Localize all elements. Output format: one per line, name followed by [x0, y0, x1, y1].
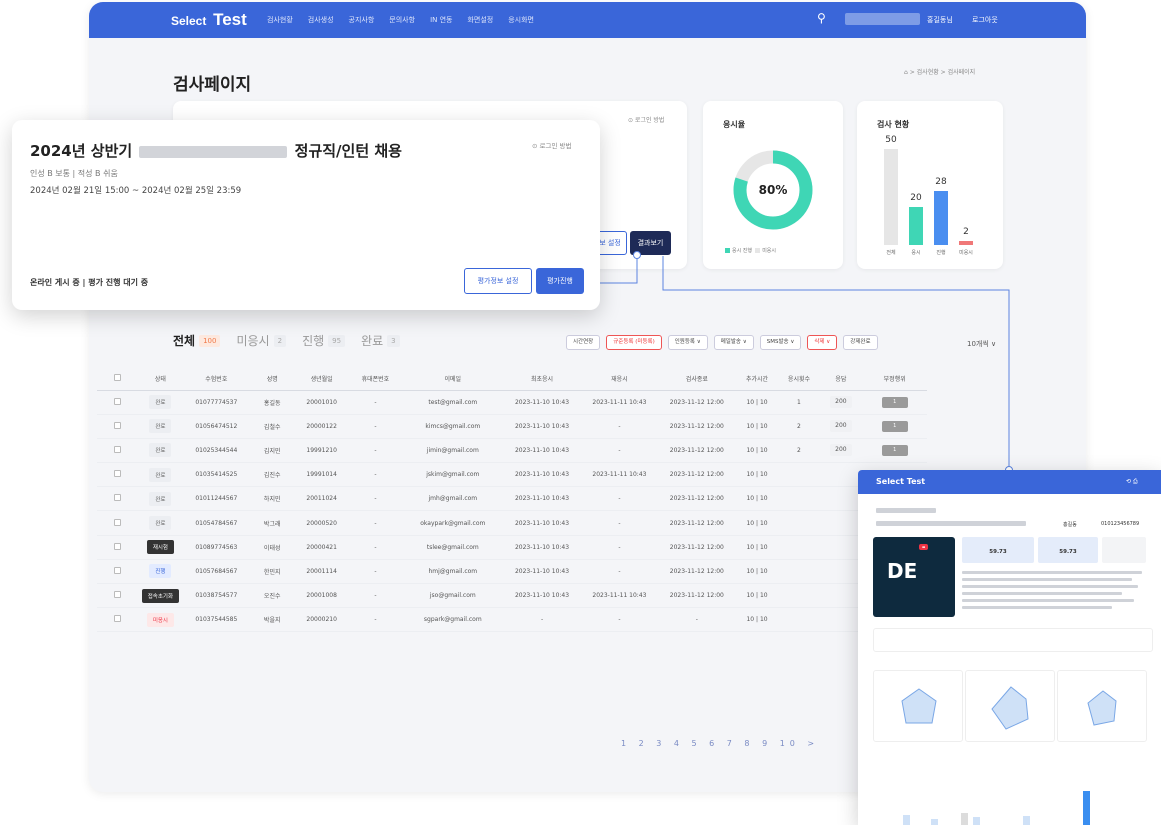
connector-line	[662, 256, 1010, 470]
blurred-text	[876, 521, 1026, 526]
radar-chart	[1057, 670, 1147, 742]
blurred-company-name	[139, 145, 288, 158]
blurred-text	[962, 578, 1132, 581]
blurred-text	[962, 606, 1112, 609]
score-box	[1102, 537, 1146, 563]
report-bar	[1083, 791, 1090, 825]
personality-type-card: DE ▬	[873, 537, 955, 617]
exam-title: 2024년 상반기 정규직/인턴 채용	[30, 142, 402, 160]
report-phone: 010123456789	[1101, 521, 1140, 527]
personality-type: DE	[887, 559, 918, 583]
report-name: 홍길동	[1063, 522, 1077, 528]
radar-shape	[991, 686, 1029, 730]
radar-shape	[901, 688, 937, 724]
eval-run-button[interactable]: 평가진행	[536, 268, 584, 294]
connector-dot	[633, 251, 641, 259]
exam-detail-popover: 2024년 상반기 정규직/인턴 채용 ⊙ 로그인 방법 인성 B 보통 | 적…	[12, 120, 600, 310]
report-bar	[973, 817, 980, 825]
eval-info-setting-button[interactable]: 평가정보 설정	[464, 268, 532, 294]
report-bar	[931, 819, 938, 825]
type-tag: ▬	[919, 544, 929, 550]
report-bar	[1023, 816, 1030, 825]
score-box: 59.73	[962, 537, 1034, 563]
report-bar	[903, 815, 910, 825]
score-box: 59.73	[1038, 537, 1098, 563]
blurred-text	[876, 508, 936, 513]
report-bar	[961, 813, 968, 825]
bottom-bar-chart	[873, 770, 1153, 825]
login-method-link[interactable]: ⊙ 로그인 방법	[532, 140, 571, 150]
result-report-window: Select Test ⟲ ⎙ 홍길동 010123456789 DE ▬ 59…	[858, 470, 1161, 825]
blurred-text	[962, 592, 1122, 595]
blurred-text	[962, 585, 1138, 588]
radar-chart	[873, 670, 963, 742]
radar-chart	[965, 670, 1055, 742]
blurred-text	[962, 599, 1134, 602]
exam-difficulty: 인성 B 보통 | 적성 B 쉬움	[30, 169, 118, 178]
blurred-text	[962, 571, 1142, 574]
report-window-icons[interactable]: ⟲ ⎙	[1126, 478, 1138, 486]
radar-shape	[1087, 690, 1117, 726]
report-header: Select Test ⟲ ⎙	[858, 470, 1161, 494]
exam-period: 2024년 02월 21일 15:00 ~ 2024년 02월 25일 23:5…	[30, 186, 242, 196]
report-brand: Select Test	[876, 477, 926, 486]
reliability-row	[873, 628, 1153, 652]
exam-status: 온라인 게시 중 | 평가 진행 대기 중	[30, 278, 149, 287]
